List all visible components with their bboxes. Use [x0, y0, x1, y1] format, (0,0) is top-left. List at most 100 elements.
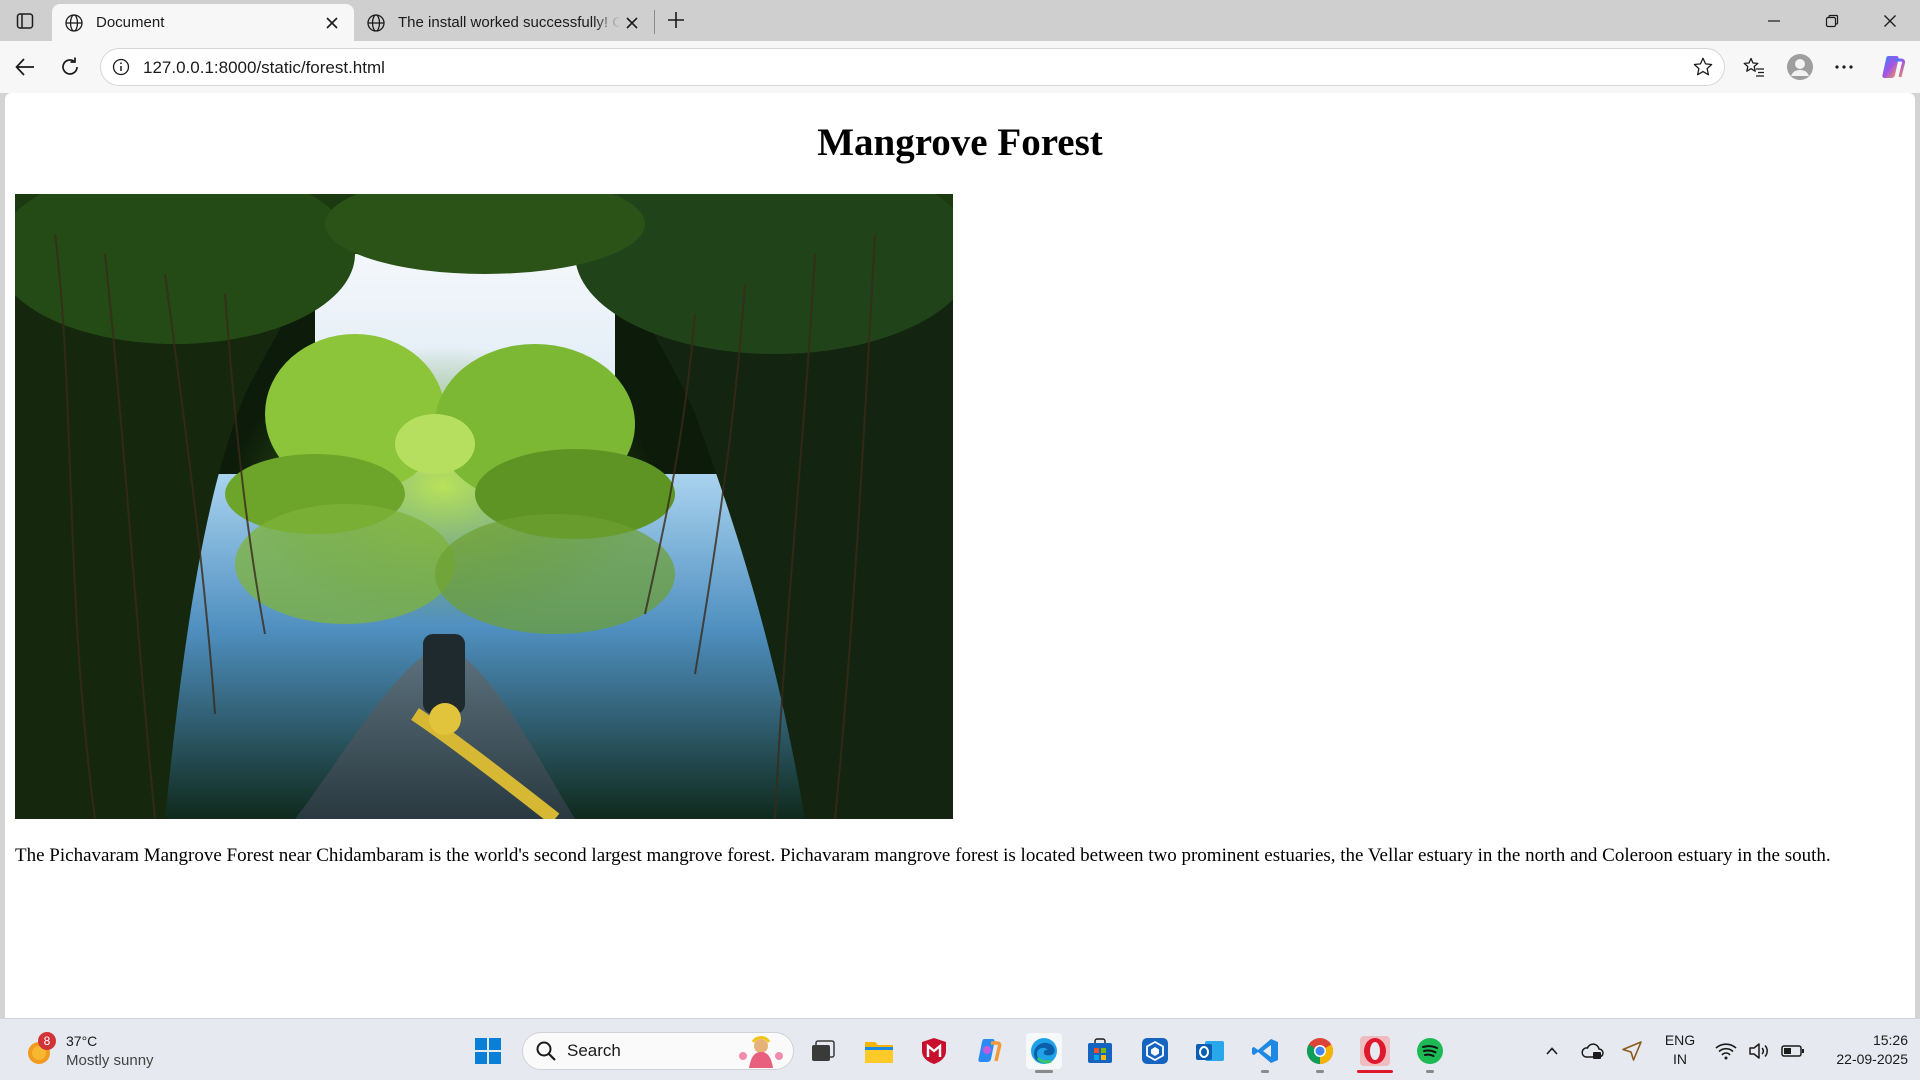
weather-condition: Mostly sunny: [66, 1051, 154, 1069]
refresh-icon: [62, 57, 78, 75]
tab-actions-button[interactable]: [8, 6, 42, 36]
language-code: ENG: [1664, 1032, 1696, 1048]
running-indicator: [1357, 1070, 1393, 1073]
page-viewport: Mangrove Forest The Pichavaram Mangrove …: [5, 93, 1915, 1018]
sunny-icon: 8: [24, 1032, 58, 1068]
mcafee-button[interactable]: [916, 1033, 952, 1069]
close-tab-button[interactable]: [320, 11, 344, 35]
chevron-up-icon: [1546, 1047, 1558, 1055]
mcafee-icon: [922, 1038, 946, 1064]
edge-button[interactable]: [1026, 1033, 1062, 1069]
clock[interactable]: 15:26 22-09-2025: [1808, 1031, 1908, 1069]
settings-menu-button[interactable]: [1827, 50, 1861, 84]
mangrove-forest-photo: [15, 194, 953, 819]
copilot-button[interactable]: [1876, 50, 1910, 84]
search-icon: [536, 1041, 556, 1061]
outlook-icon: [1196, 1041, 1224, 1061]
volume-icon: [1749, 1043, 1768, 1059]
store-icon: [1088, 1038, 1112, 1063]
opera-button[interactable]: [1357, 1033, 1393, 1069]
url-text[interactable]: 127.0.0.1:8000/static/forest.html: [143, 58, 385, 78]
close-icon: [1884, 14, 1896, 27]
running-indicator: [1035, 1070, 1053, 1073]
file-explorer-button[interactable]: [861, 1033, 897, 1069]
restore-icon: [1825, 14, 1839, 27]
opera-icon: [1360, 1036, 1390, 1066]
close-icon: [326, 16, 338, 29]
page-title: Mangrove Forest: [817, 121, 1103, 164]
wifi-icon: [1715, 1043, 1737, 1060]
globe-icon: [367, 13, 385, 32]
favorites-list-icon: [1743, 57, 1764, 77]
language-indicator[interactable]: ENG IN: [1660, 1031, 1700, 1069]
description-paragraph: The Pichavaram Mangrove Forest near Chid…: [15, 845, 1831, 866]
running-indicator: [1316, 1070, 1324, 1073]
cloud-icon: [1581, 1043, 1604, 1059]
search-label: Search: [567, 1041, 621, 1060]
close-icon: [626, 16, 638, 29]
store-button[interactable]: [1082, 1033, 1118, 1069]
restore-button[interactable]: [1803, 0, 1861, 41]
copilot-icon: [978, 1039, 1002, 1062]
tab-actions-icon: [16, 13, 34, 29]
show-hidden-icons-button[interactable]: [1536, 1033, 1568, 1069]
favorites-button[interactable]: [1737, 50, 1771, 84]
battery-icon: [1780, 1045, 1804, 1057]
tab-title: Document: [96, 14, 165, 31]
copilot-icon: [1882, 56, 1906, 78]
favorite-star-icon[interactable]: [1692, 56, 1714, 78]
browser-toolbar: 127.0.0.1:8000/static/forest.html: [0, 41, 1920, 93]
copilot-app-button[interactable]: [971, 1033, 1007, 1069]
back-arrow-icon: [15, 58, 34, 76]
region-code: IN: [1673, 1051, 1687, 1067]
quick-settings-button[interactable]: [1710, 1033, 1810, 1069]
globe-icon: [65, 13, 83, 32]
start-button[interactable]: [470, 1033, 506, 1069]
close-tab-button[interactable]: [620, 11, 644, 35]
more-options-icon: [1835, 65, 1853, 69]
minimize-icon: [1768, 19, 1780, 22]
task-view-icon: [812, 1040, 835, 1061]
spotify-button[interactable]: [1412, 1033, 1448, 1069]
weather-widget[interactable]: 8 37°C Mostly sunny: [24, 1029, 154, 1073]
dev-home-button[interactable]: [1137, 1033, 1173, 1069]
vscode-button[interactable]: [1247, 1033, 1283, 1069]
weather-badge: 8: [38, 1032, 56, 1050]
windows-taskbar: 8 37°C Mostly sunny Search ENG IN 15:26 …: [0, 1018, 1920, 1080]
chrome-icon: [1306, 1038, 1334, 1065]
close-window-button[interactable]: [1861, 0, 1919, 41]
running-indicator: [1426, 1070, 1434, 1073]
tab-strip: Document The install worked successfully…: [0, 0, 1920, 41]
running-indicator: [1261, 1070, 1269, 1073]
profile-button[interactable]: [1783, 50, 1817, 84]
minimize-button[interactable]: [1745, 0, 1803, 41]
address-bar[interactable]: 127.0.0.1:8000/static/forest.html: [100, 48, 1725, 86]
windows-logo-icon: [475, 1038, 501, 1064]
weather-temperature: 37°C: [66, 1032, 98, 1049]
clock-time: 15:26: [1872, 1032, 1908, 1048]
tab-title: The install worked successfully! Congrat…: [398, 14, 620, 31]
vscode-icon: [1252, 1039, 1278, 1063]
tab-document[interactable]: Document: [52, 4, 354, 41]
refresh-button[interactable]: [53, 50, 87, 84]
spotify-icon: [1417, 1038, 1443, 1064]
plus-icon: [668, 12, 684, 28]
site-info-icon[interactable]: [111, 57, 131, 77]
tab-django-install[interactable]: The install worked successfully! Congrat…: [354, 4, 654, 41]
outlook-button[interactable]: [1192, 1033, 1228, 1069]
chrome-button[interactable]: [1302, 1033, 1338, 1069]
taskbar-search[interactable]: Search: [522, 1032, 794, 1070]
new-tab-button[interactable]: [662, 6, 690, 34]
onedrive-tray-button[interactable]: [1574, 1033, 1610, 1069]
mangrove-illustration: [15, 194, 953, 819]
tab-separator: [654, 10, 655, 34]
dev-home-icon: [1142, 1038, 1168, 1064]
location-tray-button[interactable]: [1614, 1033, 1650, 1069]
search-highlight-icon: [739, 1036, 783, 1068]
edge-icon: [1031, 1038, 1057, 1064]
file-explorer-icon: [865, 1042, 893, 1063]
task-view-button[interactable]: [805, 1033, 841, 1069]
clock-date: 22-09-2025: [1836, 1051, 1908, 1067]
location-arrow-icon: [1622, 1041, 1642, 1061]
back-button[interactable]: [8, 50, 42, 84]
